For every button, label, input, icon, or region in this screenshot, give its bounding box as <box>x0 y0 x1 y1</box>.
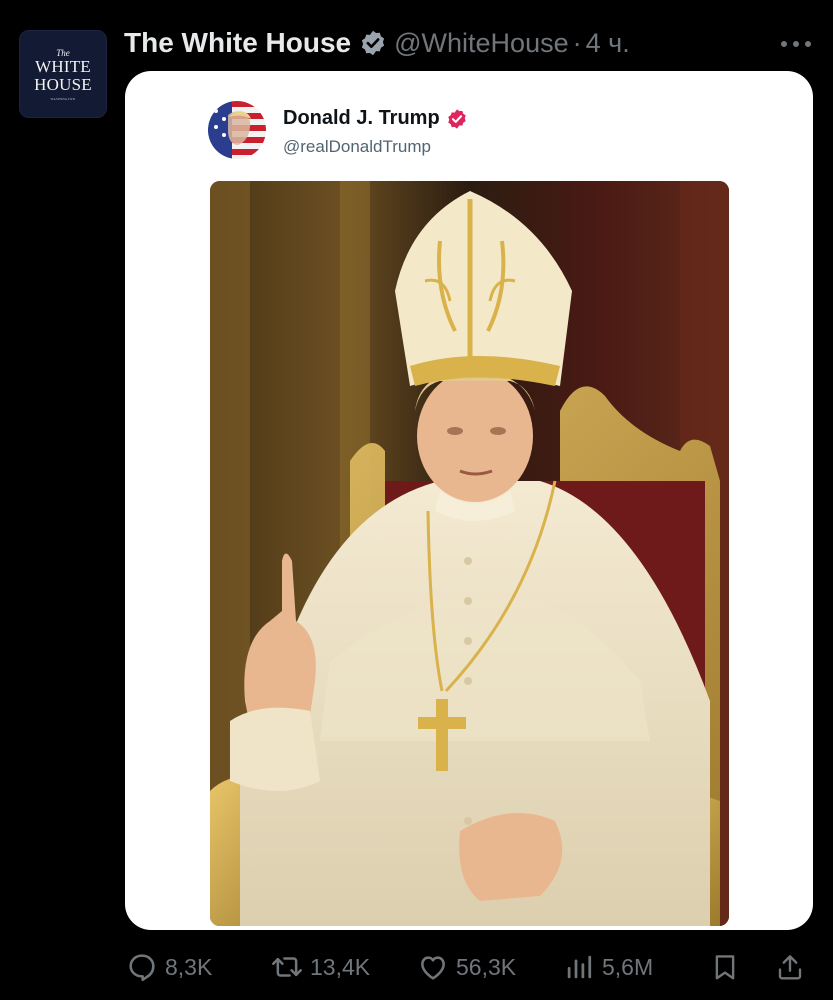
bookmark-icon <box>708 950 742 984</box>
author-avatar[interactable]: The WHITE HOUSE WASHINGTON <box>19 30 107 118</box>
embedded-author-avatar <box>208 101 266 159</box>
embedded-post-image[interactable] <box>210 181 729 926</box>
heart-icon <box>416 950 450 984</box>
more-horizontal-icon[interactable] <box>776 34 816 54</box>
header-separator: · <box>572 27 582 58</box>
author-name[interactable]: The White House <box>124 27 351 59</box>
share-icon <box>773 950 807 984</box>
embedded-post-card[interactable]: Donald J. Trump @realDonaldTrump <box>125 71 813 930</box>
embedded-author-handle: @realDonaldTrump <box>283 137 431 156</box>
embedded-author-name: Donald J. Trump <box>283 107 440 129</box>
action-bar: 8,3K 13,4K 56,3K 5,6M <box>0 946 833 988</box>
embedded-verified-badge-icon <box>446 108 468 130</box>
views-button[interactable]: 5,6M <box>562 946 653 988</box>
avatar-text-line2: HOUSE <box>34 74 92 94</box>
embedded-author-name-row: Donald J. Trump <box>283 107 468 130</box>
post-header: The White House @WhiteHouse · 4 ч. <box>124 24 630 62</box>
bookmark-button[interactable] <box>708 946 742 988</box>
reply-count: 8,3K <box>165 953 213 980</box>
repost-button[interactable]: 13,4K <box>270 946 370 988</box>
avatar-text-top: The <box>56 47 70 58</box>
like-count: 56,3K <box>456 953 517 980</box>
repost-icon <box>270 950 304 984</box>
reply-icon <box>125 950 159 984</box>
avatar-text-small: WASHINGTON <box>50 96 76 101</box>
like-button[interactable]: 56,3K <box>416 946 516 988</box>
author-handle[interactable]: @WhiteHouse <box>394 28 568 59</box>
share-button[interactable] <box>773 946 807 988</box>
post-time[interactable]: 4 ч. <box>586 28 630 59</box>
repost-count: 13,4K <box>310 953 371 980</box>
views-count: 5,6M <box>602 953 654 980</box>
verified-badge-icon <box>358 28 388 58</box>
reply-button[interactable]: 8,3K <box>125 946 212 988</box>
avatar-text-line1: WHITE <box>35 56 91 76</box>
views-bar-chart-icon <box>562 950 596 984</box>
post[interactable]: The WHITE HOUSE WASHINGTON The White Hou… <box>0 0 833 1000</box>
